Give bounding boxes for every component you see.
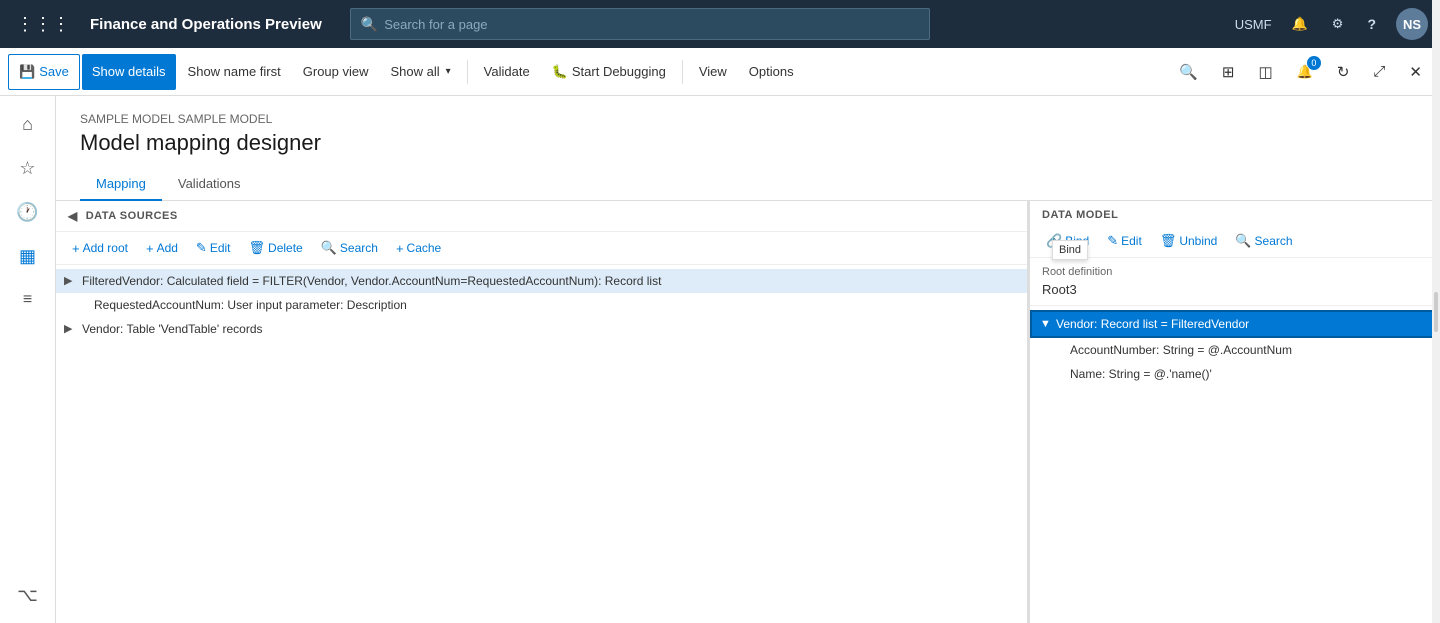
view-button[interactable]: View <box>689 54 737 90</box>
add-button[interactable]: + Add <box>138 237 186 260</box>
toolbar-layout-icon[interactable]: ◫ <box>1248 54 1282 90</box>
sidebar-item-favorites[interactable]: ☆ <box>8 148 48 188</box>
show-all-caret-icon: ▾ <box>446 66 451 77</box>
env-label: USMF <box>1235 17 1272 32</box>
datamodel-panel: DATA MODEL 🔗 Bind ✎ Edit 🗑 Unbind <box>1030 201 1440 623</box>
grid-menu-icon[interactable]: ⋮⋮⋮ <box>12 10 74 39</box>
datasources-panel: ◀ DATA SOURCES + Add root + Add ✎ Edit <box>56 201 1030 623</box>
debug-icon: 🐛 <box>552 64 568 80</box>
sidebar-item-recent[interactable]: 🕐 <box>8 192 48 232</box>
sidebar-item-home[interactable]: ⌂ <box>8 104 48 144</box>
group-view-button[interactable]: Group view <box>293 54 379 90</box>
designer-area: ◀ DATA SOURCES + Add root + Add ✎ Edit <box>56 201 1440 623</box>
show-all-button[interactable]: Show all ▾ <box>381 54 461 90</box>
avatar[interactable]: NS <box>1396 8 1428 40</box>
dm-item-vendor[interactable]: ▼ Vendor: Record list = FilteredVendor <box>1030 310 1440 338</box>
left-sidebar: ⌂ ☆ 🕐 ▦ ≡ ⌥ <box>0 96 56 623</box>
add-root-icon: + <box>72 241 80 256</box>
tree-item-filteredvendor[interactable]: ▶ FilteredVendor: Calculated field = FIL… <box>56 269 1027 293</box>
global-search-bar[interactable]: 🔍 <box>350 8 930 40</box>
root-definition-area: Root definition Root3 <box>1030 258 1440 306</box>
cache-icon: + <box>396 241 404 256</box>
tree-item-vendor[interactable]: ▶ Vendor: Table 'VendTable' records <box>56 317 1027 341</box>
toolbar-connect-icon[interactable]: ⊞ <box>1212 54 1245 90</box>
tree-item-requestedaccountnum[interactable]: RequestedAccountNum: User input paramete… <box>56 293 1027 317</box>
dm-edit-icon: ✎ <box>1107 233 1118 249</box>
datamodel-header: DATA MODEL <box>1030 201 1440 225</box>
vendor-dm-toggle-icon[interactable]: ▼ <box>1040 318 1056 330</box>
notification-icon[interactable]: 🔔 <box>1288 12 1312 36</box>
toolbar-divider-2 <box>682 60 683 84</box>
sidebar-filter-icon[interactable]: ⌥ <box>8 575 48 615</box>
cache-button[interactable]: + Cache <box>388 237 449 260</box>
datasources-panel-header: ◀ DATA SOURCES <box>56 201 1027 232</box>
delete-button[interactable]: 🗑 Delete <box>241 236 311 260</box>
app-title: Finance and Operations Preview <box>90 16 322 33</box>
options-button[interactable]: Options <box>739 54 804 90</box>
top-navbar: ⋮⋮⋮ Finance and Operations Preview 🔍 USM… <box>0 0 1440 48</box>
edit-icon: ✎ <box>196 240 207 256</box>
open-in-new-icon[interactable]: ⤢ <box>1363 54 1395 90</box>
settings-icon[interactable]: ⚙ <box>1328 12 1348 36</box>
vendor-toggle-icon[interactable]: ▶ <box>64 322 80 335</box>
main-layout: ⌂ ☆ 🕐 ▦ ≡ ⌥ SAMPLE MODEL SAMPLE MODEL Mo… <box>0 96 1440 623</box>
search-icon: 🔍 <box>361 16 378 33</box>
search-input[interactable] <box>384 17 919 32</box>
delete-icon: 🗑 <box>249 240 266 256</box>
dm-item-name[interactable]: Name: String = @.'name()' <box>1030 362 1440 386</box>
sidebar-item-workspaces[interactable]: ▦ <box>8 236 48 276</box>
bind-icon: 🔗 <box>1046 233 1062 249</box>
dm-edit-button[interactable]: ✎ Edit <box>1099 229 1150 253</box>
dm-search-icon: 🔍 <box>1235 233 1251 249</box>
page-header: SAMPLE MODEL SAMPLE MODEL Model mapping … <box>56 96 1440 201</box>
show-name-first-button[interactable]: Show name first <box>178 54 291 90</box>
tabs: Mapping Validations <box>80 168 1416 200</box>
filteredvendor-toggle-icon[interactable]: ▶ <box>64 274 80 287</box>
close-icon[interactable]: ✕ <box>1399 54 1432 90</box>
tab-validations[interactable]: Validations <box>162 168 257 201</box>
add-icon: + <box>146 241 154 256</box>
dm-item-accountnumber[interactable]: AccountNumber: String = @.AccountNum <box>1030 338 1440 362</box>
toolbar-search-icon[interactable]: 🔍 <box>1169 54 1208 90</box>
name-toggle-icon <box>1054 368 1070 380</box>
unbind-icon: 🗑 <box>1160 233 1177 249</box>
sidebar-item-modules[interactable]: ≡ <box>8 280 48 320</box>
accountnumber-toggle-icon <box>1054 344 1070 356</box>
panel-toggle-icon[interactable]: ◀ <box>68 209 78 223</box>
top-nav-right: USMF 🔔 ⚙ ? NS <box>1235 8 1428 40</box>
help-icon[interactable]: ? <box>1363 12 1380 36</box>
add-root-button[interactable]: + Add root <box>64 237 136 260</box>
notification-badge-button[interactable]: 🔔 0 <box>1287 54 1323 90</box>
refresh-icon[interactable]: ↻ <box>1327 54 1360 90</box>
datamodel-toolbar: 🔗 Bind ✎ Edit 🗑 Unbind 🔍 Search <box>1030 225 1440 258</box>
notification-count: 0 <box>1307 56 1321 70</box>
tab-mapping[interactable]: Mapping <box>80 168 162 201</box>
validate-button[interactable]: Validate <box>474 54 540 90</box>
search-icon: 🔍 <box>321 240 337 256</box>
datasources-tree: ▶ FilteredVendor: Calculated field = FIL… <box>56 265 1027 623</box>
unbind-button[interactable]: 🗑 Unbind <box>1152 229 1226 253</box>
datamodel-tree: ▼ Vendor: Record list = FilteredVendor A… <box>1030 306 1440 623</box>
root-definition-label: Root definition <box>1042 266 1428 278</box>
breadcrumb: SAMPLE MODEL SAMPLE MODEL <box>80 112 1416 126</box>
bind-button[interactable]: 🔗 Bind <box>1038 229 1097 253</box>
root-definition-value: Root3 <box>1042 282 1428 297</box>
toolbar-divider-1 <box>467 60 468 84</box>
edit-button[interactable]: ✎ Edit <box>188 236 239 260</box>
content-area: SAMPLE MODEL SAMPLE MODEL Model mapping … <box>56 96 1440 623</box>
requestedaccountnum-toggle-icon <box>76 298 92 310</box>
datasources-toolbar: + Add root + Add ✎ Edit 🗑 Delete <box>56 232 1027 265</box>
show-details-button[interactable]: Show details <box>82 54 176 90</box>
search-button[interactable]: 🔍 Search <box>313 236 386 260</box>
start-debugging-button[interactable]: 🐛 Start Debugging <box>542 54 676 90</box>
page-title: Model mapping designer <box>80 130 1416 156</box>
dm-search-button[interactable]: 🔍 Search <box>1227 229 1300 253</box>
save-icon: 💾 <box>19 64 35 80</box>
toolbar: 💾 Save Show details Show name first Grou… <box>0 48 1440 96</box>
save-button[interactable]: 💾 Save <box>8 54 80 90</box>
